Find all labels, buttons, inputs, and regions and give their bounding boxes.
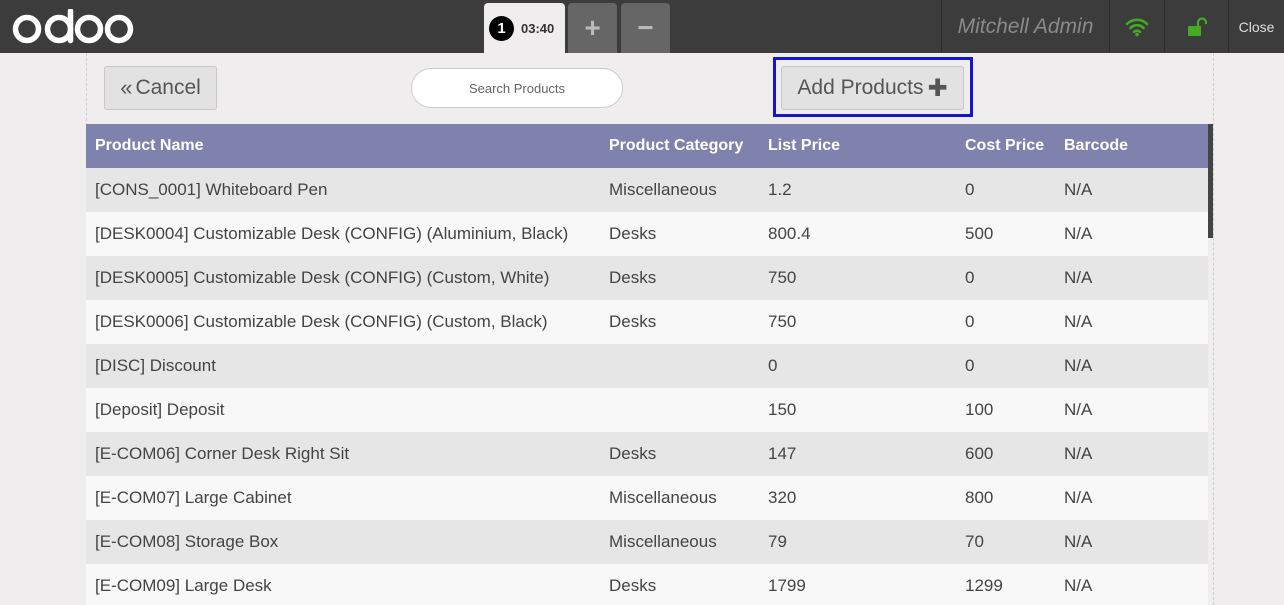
- search-input[interactable]: [427, 80, 607, 96]
- cancel-label: Cancel: [135, 76, 201, 99]
- cell-cost-price: 70: [965, 532, 984, 551]
- cell-cost-price: 0: [965, 180, 975, 199]
- cell-list-price: 150: [768, 400, 797, 419]
- cell-cost-price: 100: [965, 400, 994, 419]
- cell-product-category: Desks: [609, 312, 657, 331]
- order-time: 03:40: [521, 20, 555, 36]
- cell-product-name: [E-COM06] Corner Desk Right Sit: [95, 444, 350, 463]
- cell-product-name: [E-COM08] Storage Box: [95, 532, 279, 551]
- cell-cost-price: 800: [965, 488, 994, 507]
- cell-barcode: N/A: [1064, 444, 1093, 463]
- cell-barcode: N/A: [1064, 532, 1093, 551]
- plus-icon: ✚: [927, 74, 948, 102]
- cell-barcode: N/A: [1064, 400, 1093, 419]
- remove-order-button[interactable]: −: [621, 3, 670, 53]
- table-row[interactable]: [DESK0006] Customizable Desk (CONFIG) (C…: [86, 300, 1208, 344]
- table-row[interactable]: [DESK0005] Customizable Desk (CONFIG) (C…: [86, 256, 1208, 300]
- table-row[interactable]: [E-COM08] Storage Box Miscellaneous 79 7…: [86, 520, 1208, 564]
- lock-status[interactable]: [1164, 0, 1228, 53]
- cancel-button[interactable]: « Cancel: [104, 66, 217, 110]
- cell-product-name: [DESK0006] Customizable Desk (CONFIG) (C…: [95, 312, 548, 331]
- cell-cost-price: 500: [965, 224, 994, 243]
- odoo-logo: [12, 8, 134, 46]
- cell-product-category: Miscellaneous: [609, 532, 717, 551]
- plus-icon: +: [584, 12, 601, 43]
- cell-barcode: N/A: [1064, 356, 1093, 375]
- table-row[interactable]: [Deposit] Deposit 150 100 N/A: [86, 388, 1208, 432]
- column-header-product-category[interactable]: Product Category: [600, 124, 759, 168]
- double-chevron-left-icon: «: [120, 75, 133, 100]
- column-header-product-name[interactable]: Product Name: [86, 124, 600, 168]
- column-header-cost-price[interactable]: Cost Price: [956, 124, 1055, 168]
- table-row[interactable]: [DESK0004] Customizable Desk (CONFIG) (A…: [86, 212, 1208, 256]
- order-number-badge: 1: [489, 15, 514, 41]
- cell-cost-price: 600: [965, 444, 994, 463]
- cell-product-name: [E-COM09] Large Desk: [95, 576, 272, 595]
- search-box[interactable]: [411, 68, 623, 108]
- minus-icon: −: [637, 12, 654, 43]
- table-row[interactable]: [E-COM07] Large Cabinet Miscellaneous 32…: [86, 476, 1208, 520]
- product-table-container: Product Name Product Category List Price…: [86, 124, 1208, 605]
- cell-list-price: 750: [768, 268, 797, 287]
- column-header-barcode[interactable]: Barcode: [1055, 124, 1208, 168]
- cell-list-price: 320: [768, 488, 797, 507]
- cell-list-price: 1.2: [768, 180, 792, 199]
- cell-cost-price: 0: [965, 312, 975, 331]
- cell-product-name: [E-COM07] Large Cabinet: [95, 488, 292, 507]
- connection-status[interactable]: [1109, 0, 1164, 53]
- cell-barcode: N/A: [1064, 224, 1093, 243]
- column-header-list-price[interactable]: List Price: [759, 124, 956, 168]
- cell-cost-price: 0: [965, 268, 975, 287]
- cell-list-price: 79: [768, 532, 787, 551]
- cell-product-category: Miscellaneous: [609, 180, 717, 199]
- cell-list-price: 147: [768, 444, 797, 463]
- unlock-icon: [1187, 16, 1207, 36]
- cell-product-name: [DESK0004] Customizable Desk (CONFIG) (A…: [95, 224, 569, 243]
- cell-product-category: Desks: [609, 576, 657, 595]
- cell-product-name: [CONS_0001] Whiteboard Pen: [95, 180, 328, 199]
- table-header-row: Product Name Product Category List Price…: [86, 124, 1208, 168]
- cell-list-price: 750: [768, 312, 797, 331]
- cell-product-category: Desks: [609, 268, 657, 287]
- table-row[interactable]: [E-COM06] Corner Desk Right Sit Desks 14…: [86, 432, 1208, 476]
- cell-cost-price: 1299: [965, 576, 1003, 595]
- user-name[interactable]: Mitchell Admin: [941, 0, 1109, 53]
- cell-product-category: Desks: [609, 224, 657, 243]
- cell-product-category: Miscellaneous: [609, 488, 717, 507]
- cell-cost-price: 0: [965, 356, 975, 375]
- cell-barcode: N/A: [1064, 488, 1093, 507]
- cell-list-price: 1799: [768, 576, 806, 595]
- cell-list-price: 800.4: [768, 224, 811, 243]
- cell-barcode: N/A: [1064, 268, 1093, 287]
- cell-barcode: N/A: [1064, 576, 1093, 595]
- table-row[interactable]: [E-COM09] Large Desk Desks 1799 1299 N/A: [86, 564, 1208, 605]
- add-products-button[interactable]: Add Products ✚: [781, 66, 964, 110]
- cell-product-category: [600, 344, 759, 388]
- add-products-label: Add Products: [797, 76, 924, 99]
- table-row[interactable]: [DISC] Discount 0 0 N/A: [86, 344, 1208, 388]
- cell-product-category: [600, 388, 759, 432]
- cell-product-category: Desks: [609, 444, 657, 463]
- cell-product-name: [DISC] Discount: [95, 356, 216, 375]
- close-button[interactable]: Close: [1228, 0, 1284, 53]
- cell-product-name: [DESK0005] Customizable Desk (CONFIG) (C…: [95, 268, 550, 287]
- product-table: Product Name Product Category List Price…: [86, 124, 1208, 605]
- cell-barcode: N/A: [1064, 312, 1093, 331]
- top-bar: 1 03:40 + − Mitchell Admin Close: [0, 0, 1284, 53]
- table-scrollbar[interactable]: [1208, 124, 1213, 238]
- cell-list-price: 0: [768, 356, 778, 375]
- table-row[interactable]: [CONS_0001] Whiteboard Pen Miscellaneous…: [86, 168, 1208, 212]
- order-tab[interactable]: 1 03:40: [484, 3, 565, 53]
- add-order-button[interactable]: +: [568, 3, 617, 53]
- cell-product-name: [Deposit] Deposit: [95, 400, 225, 419]
- cell-barcode: N/A: [1064, 180, 1093, 199]
- wifi-icon: [1125, 18, 1149, 36]
